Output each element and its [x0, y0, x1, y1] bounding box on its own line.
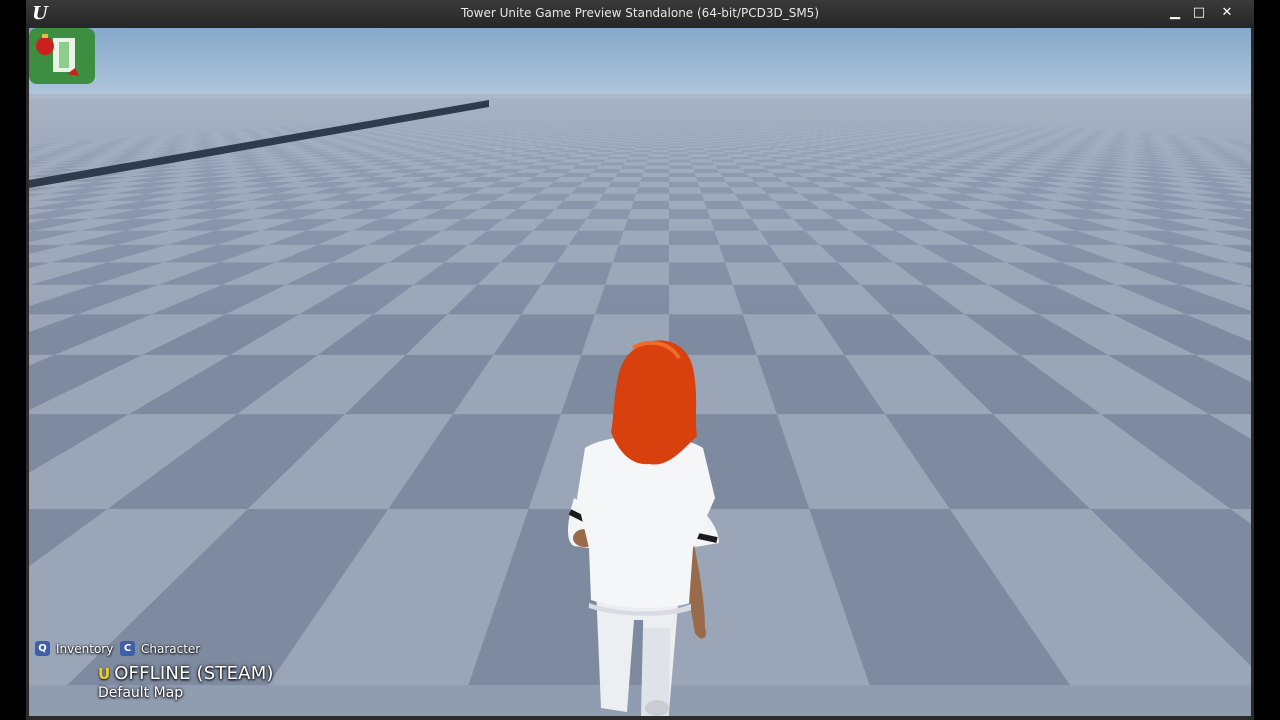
title-bar[interactable]: U Tower Unite Game Preview Standalone (6… [26, 0, 1254, 28]
character-hint[interactable]: C Character [120, 640, 200, 657]
key-badge-c: C [120, 641, 135, 656]
hud-overlay: Q Inventory C Character U OFFLINE (STEAM… [29, 28, 1251, 716]
status-glyph: U [98, 664, 111, 683]
ornament-icon [36, 37, 54, 55]
status-text: OFFLINE (STEAM) [114, 663, 274, 684]
key-badge-q: Q [35, 641, 50, 656]
status-icon [29, 28, 95, 84]
connection-status: U OFFLINE (STEAM) [98, 663, 274, 684]
game-window: U Tower Unite Game Preview Standalone (6… [26, 0, 1254, 720]
character-label: Character [141, 641, 201, 656]
map-name: Default Map [98, 685, 184, 701]
maximize-icon[interactable]: □ [1188, 4, 1210, 22]
window-title: Tower Unite Game Preview Standalone (64-… [461, 6, 819, 20]
close-icon[interactable]: ✕ [1216, 4, 1238, 22]
inventory-label: Inventory [56, 641, 114, 656]
game-viewport[interactable]: Q Inventory C Character U OFFLINE (STEAM… [29, 28, 1251, 716]
minimize-icon[interactable]: ▁ [1164, 4, 1186, 22]
inventory-hint[interactable]: Q Inventory [35, 640, 113, 657]
